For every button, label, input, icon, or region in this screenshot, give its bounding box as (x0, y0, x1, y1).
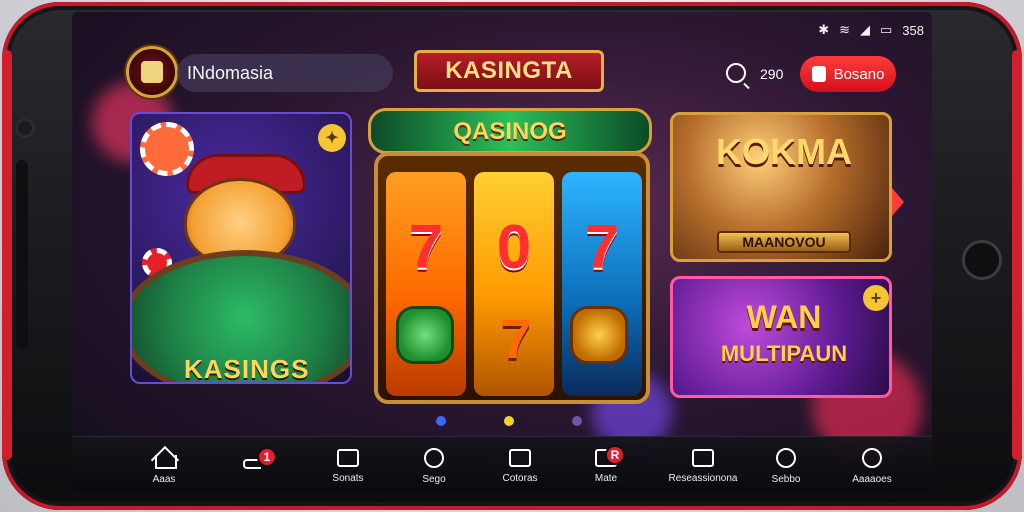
card-top-right-title: KOKMA (716, 131, 852, 172)
brand-title: KASINGTA (445, 57, 573, 84)
nav-label: Aaaaoes (852, 473, 892, 485)
carousel-dot[interactable] (572, 416, 582, 426)
front-camera-icon (15, 118, 35, 138)
magnifier-icon (776, 447, 796, 468)
card-bottom-right-subtitle: MULTIPAUN (720, 341, 848, 366)
bonus-button[interactable]: Bosano (800, 56, 896, 92)
app-logo[interactable] (126, 46, 178, 98)
location-icon (862, 447, 882, 468)
nav-item-sego[interactable]: Sego (388, 443, 480, 489)
phone-frame: ✱ ≋ ◢ ▭ 358 INdomasia KASINGTA 290 Bosan… (2, 2, 1022, 510)
nav-label: Mate (594, 472, 618, 484)
reel-symbol: 7 (584, 213, 620, 282)
signal-icon: ◢ (860, 22, 870, 37)
nav-item-mate[interactable]: R Mate (560, 443, 652, 489)
nav-item-sonats[interactable]: Sonats (302, 443, 394, 489)
nav-label: Cotoras (502, 472, 538, 484)
home-icon (151, 448, 177, 469)
carousel-dot[interactable] (504, 416, 514, 426)
nav-label: Aaas (152, 473, 176, 485)
bluetooth-icon: ✱ (818, 22, 830, 37)
carousel-dot[interactable] (436, 416, 446, 426)
nav-label: Sonats (332, 472, 364, 484)
search-icon (424, 447, 444, 468)
inbox-icon: R (595, 444, 625, 467)
nav-item-cotoras[interactable]: Cotoras (474, 443, 566, 489)
speaker-grille (16, 160, 28, 350)
chevron-right-icon[interactable] (892, 188, 904, 216)
points-value: 290 (760, 66, 784, 82)
frog-symbol-icon (396, 306, 454, 364)
game-card-bottom-right[interactable]: + WAN MULTIPAUN (670, 276, 892, 398)
home-button[interactable] (962, 240, 1002, 280)
card-middle-title: QASINOG (453, 118, 567, 145)
reel-symbol-small: 7 (500, 307, 532, 370)
app-screen: ✱ ≋ ◢ ▭ 358 INdomasia KASINGTA 290 Bosan… (72, 12, 932, 492)
nav-label: Reseassionona (668, 472, 738, 484)
wallet-icon (509, 448, 531, 467)
bank-icon (692, 448, 714, 467)
username: INdomasia (187, 63, 274, 83)
treasure-chest-icon (570, 306, 628, 364)
notification-badge: 1 (257, 447, 277, 467)
status-time: 358 (902, 22, 924, 38)
carousel-dots (436, 416, 582, 426)
notification-badge: R (605, 444, 625, 465)
poker-chip-icon (140, 122, 194, 176)
bonus-label: Bosano (833, 65, 885, 83)
clock-icon (337, 448, 359, 467)
card-bottom-right-title: WAN (746, 299, 822, 335)
megaphone-icon: 1 (241, 447, 277, 473)
nav-item-promo[interactable]: 1 (208, 443, 300, 489)
phone-edge-left (2, 50, 12, 460)
card-top-right-ribbon: MAANOVOU (717, 231, 851, 253)
reel-symbol: 0 (496, 213, 532, 282)
brand-banner: KASINGTA (414, 50, 604, 92)
game-card-middle[interactable]: QASINOG 7 0 7 7 (368, 108, 652, 406)
nav-item-sebbo[interactable]: Sebbo (740, 443, 832, 489)
game-card-top-right[interactable]: KOKMA MAANOVOU (670, 112, 892, 262)
nav-label: Sego (422, 473, 446, 485)
wifi-icon: ≋ (839, 22, 850, 37)
logo-slot-machine-icon (141, 61, 163, 83)
slot-reels: 7 0 7 7 (374, 152, 650, 404)
search-icon[interactable] (726, 63, 746, 83)
bonus-icon (811, 66, 826, 82)
phone-edge-right (1012, 50, 1022, 460)
nav-item-home[interactable]: Aaas (118, 443, 210, 489)
game-card-left[interactable]: ✦ KASINGS (130, 112, 352, 384)
star-badge-icon: ✦ (318, 124, 346, 152)
bottom-navigation: Aaas 1 Sonats Sego Cotoras R Mate Reseas… (72, 436, 932, 492)
reel-symbol: 7 (408, 213, 444, 282)
card-left-title: KASINGS (184, 354, 310, 384)
status-bar: ✱ ≋ ◢ ▭ 358 (818, 22, 924, 38)
nav-label: Sebbo (771, 473, 801, 485)
battery-icon: ▭ (880, 22, 893, 37)
nav-item-aaaaoes[interactable]: Aaaaoes (826, 443, 918, 489)
